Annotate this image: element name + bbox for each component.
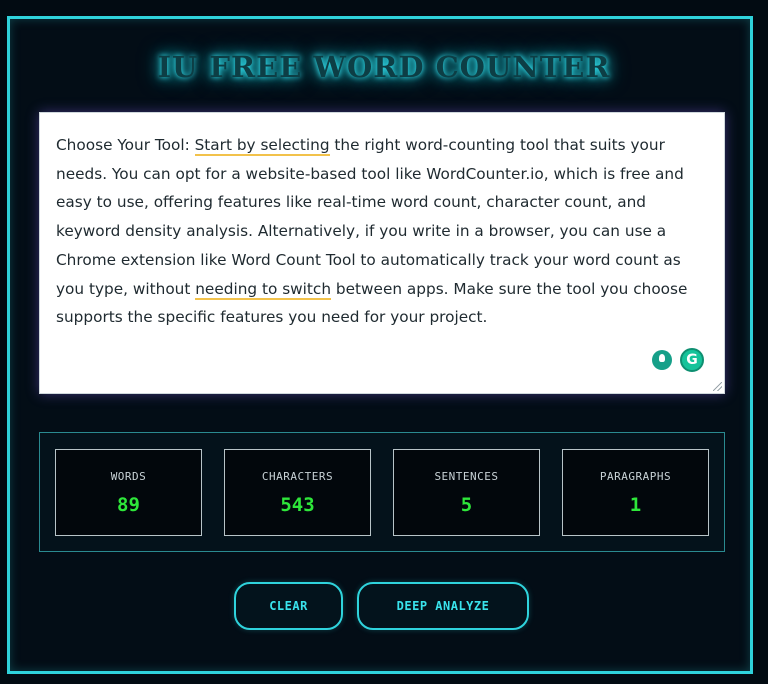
stat-card-words: WORDS 89	[55, 449, 202, 536]
editor-text-segment: Choose Your Tool:	[56, 136, 195, 154]
grammar-assistant-widget[interactable]: G	[652, 347, 704, 373]
stats-panel: WORDS 89 CHARACTERS 543 SENTENCES 5 PARA…	[39, 432, 725, 552]
resize-handle[interactable]	[713, 382, 722, 391]
stat-label: SENTENCES	[434, 470, 499, 483]
stat-value: 89	[117, 494, 140, 516]
stat-card-characters: CHARACTERS 543	[224, 449, 371, 536]
stat-value: 543	[280, 494, 315, 516]
grammarly-icon[interactable]: G	[680, 348, 704, 372]
text-input-area[interactable]: Choose Your Tool: Start by selecting the…	[39, 112, 725, 394]
stat-value: 5	[460, 494, 473, 516]
page-title: IU FREE WORD COUNTER	[157, 50, 611, 84]
stat-value: 1	[629, 494, 642, 516]
stat-label: WORDS	[110, 470, 147, 483]
deep-analyze-button[interactable]: DEEP ANALYZE	[357, 582, 529, 630]
stat-card-sentences: SENTENCES 5	[393, 449, 540, 536]
grammar-suggestion-highlight[interactable]: needing to switch	[195, 279, 332, 300]
editor-text-segment: the right word-counting tool that suits …	[56, 136, 684, 298]
lightbulb-icon[interactable]	[652, 350, 672, 370]
grammar-suggestion-highlight[interactable]: Start by selecting	[194, 136, 330, 156]
stat-card-paragraphs: PARAGRAPHS 1	[562, 449, 709, 536]
clear-button[interactable]: CLEAR	[234, 582, 343, 630]
stat-label: CHARACTERS	[261, 470, 334, 483]
stat-label: PARAGRAPHS	[599, 470, 672, 483]
